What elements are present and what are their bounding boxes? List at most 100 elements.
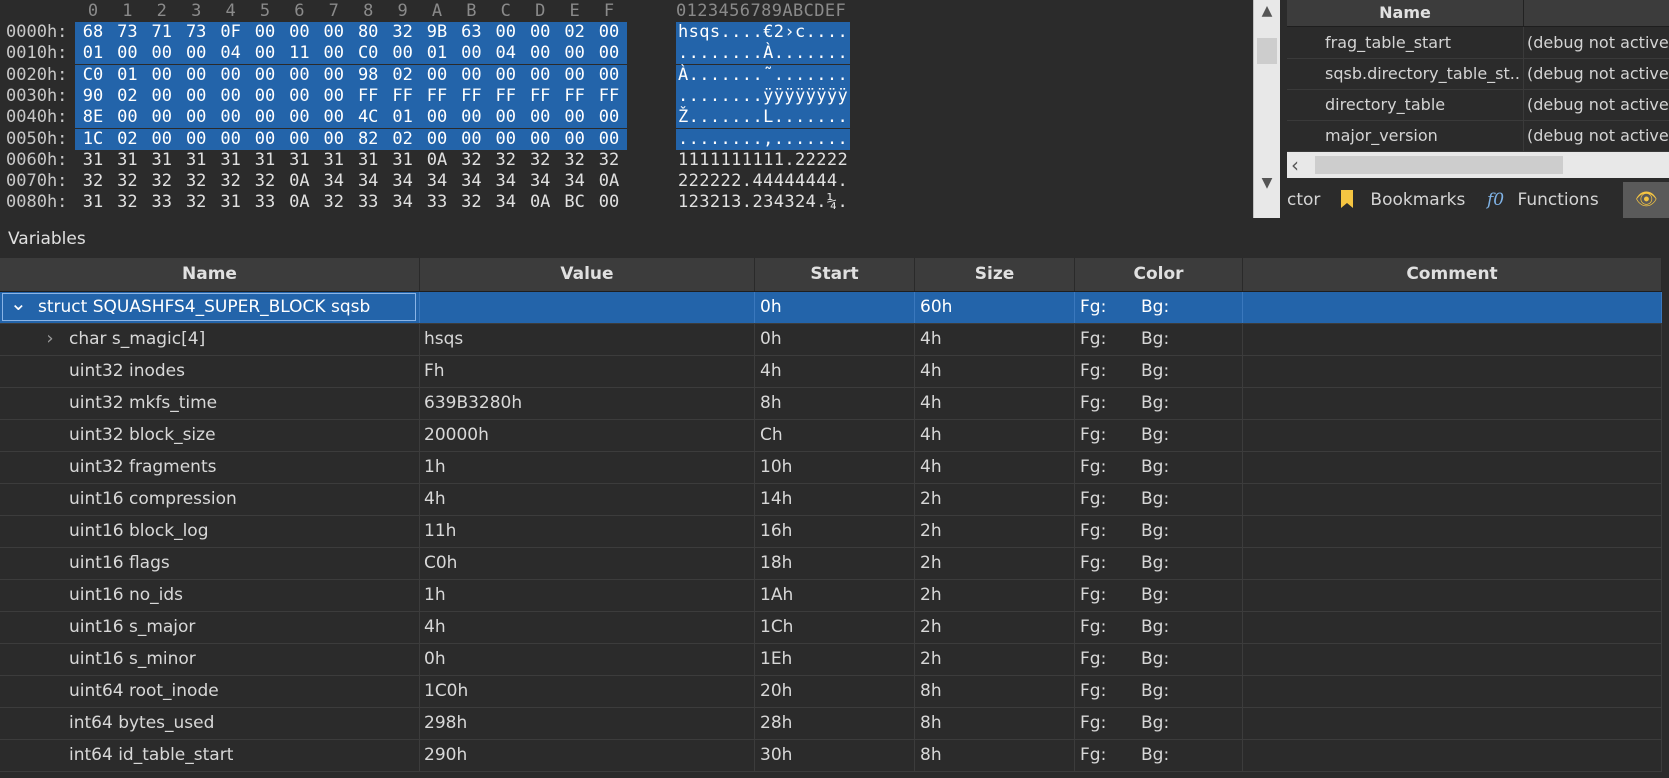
hex-byte[interactable]: 01 [384,107,421,129]
hex-byte[interactable]: 00 [315,43,352,65]
variable-name-cell[interactable]: uint32 inodes [0,356,420,387]
variable-start[interactable]: 10h [755,452,915,483]
hex-byte[interactable]: 00 [522,64,559,86]
hex-byte[interactable]: 01 [419,43,455,65]
hex-byte[interactable]: 00 [556,128,593,150]
variable-color[interactable]: Fg: Bg: [1075,612,1243,643]
chevron-right-icon[interactable]: › [42,324,58,353]
hex-byte[interactable]: 31 [385,150,421,171]
hex-editor[interactable]: 0 1 2 3 4 5 6 7 8 9 A B C D E F 0123456789ABCDEF 0000h: 6… [0,0,1253,218]
hex-byte[interactable]: 31 [75,192,111,213]
variable-name-cell[interactable]: uint32 fragments [0,452,420,483]
hex-byte[interactable]: 34 [316,171,352,192]
hex-byte[interactable]: 00 [281,22,318,43]
hex-ascii-text[interactable]: ........À....... [676,43,851,65]
hex-byte[interactable]: BC [557,192,593,213]
variable-value[interactable]: 11h [420,516,755,547]
variable-comment[interactable] [1243,676,1662,707]
variable-color[interactable]: Fg: Bg: [1075,292,1243,323]
hex-byte[interactable]: 34 [385,192,421,213]
variable-color[interactable]: Fg: Bg: [1075,740,1243,771]
hex-byte[interactable]: 00 [281,64,318,86]
variable-comment[interactable] [1243,740,1662,771]
tab-inspector[interactable]: ctor [1287,182,1327,218]
hex-byte[interactable]: 00 [281,128,318,150]
hex-ascii-text[interactable]: 222222.44444444. [676,171,850,192]
hex-byte[interactable]: 00 [522,43,559,65]
variable-start[interactable]: 20h [755,676,915,707]
hex-row[interactable]: 0070h: 32 32 32 32 32 32 0A 34 34 34 34 34 34 34 34 0A 22… [0,171,1253,192]
variable-start[interactable]: 28h [755,708,915,739]
hex-byte[interactable]: 8E [75,107,111,129]
variable-row[interactable]: uint32 block_size 20000h Ch 4h Fg: Bg: [0,420,1669,452]
hex-byte[interactable]: 02 [384,128,421,150]
variable-color[interactable]: Fg: Bg: [1075,644,1243,675]
hex-byte[interactable]: 00 [212,64,249,86]
hex-byte[interactable]: FF [522,85,559,107]
variable-comment[interactable] [1243,548,1662,579]
tab-bookmarks[interactable]: Bookmarks [1341,182,1471,218]
hex-row[interactable]: 0060h: 31 31 31 31 31 31 31 31 31 31 0A 32 32 32 32 32 11… [0,150,1253,171]
column-header-comment[interactable]: Comment [1243,258,1662,291]
variable-comment[interactable] [1243,420,1662,451]
hex-byte[interactable]: 33 [247,192,283,213]
hex-byte[interactable]: 00 [247,64,283,86]
hex-byte[interactable]: 00 [212,128,249,150]
tab-functions[interactable]: f0 Functions [1487,182,1617,218]
hex-byte[interactable]: 32 [109,171,145,192]
hex-byte[interactable]: 34 [522,171,558,192]
variable-color[interactable]: Fg: Bg: [1075,548,1243,579]
hex-byte[interactable]: FF [453,85,490,107]
hex-byte[interactable]: 04 [487,43,524,65]
hex-byte[interactable]: 00 [247,43,283,65]
hex-byte[interactable]: C0 [75,64,111,86]
hex-row[interactable]: 0020h: C0 01 00 00 00 00 00 00 98 02 00 00 00 00 00 00 À.… [0,64,1253,86]
variable-value[interactable]: 4h [420,612,755,643]
hex-byte[interactable]: 32 [144,171,180,192]
column-header-value[interactable]: Value [420,258,755,291]
hex-byte[interactable]: 00 [453,64,490,86]
column-header-size[interactable]: Size [915,258,1075,291]
variable-row[interactable]: uint32 fragments 1h 10h 4h Fg: Bg: [0,452,1669,484]
hex-byte[interactable]: 00 [178,85,215,107]
hex-byte[interactable]: 00 [487,64,524,86]
hex-byte[interactable]: 0A [522,192,558,213]
variable-row[interactable]: uint16 no_ids 1h 1Ah 2h Fg: Bg: [0,580,1669,612]
hex-byte[interactable]: 90 [75,85,111,107]
hex-byte[interactable]: 11 [281,43,318,65]
hex-byte[interactable]: 32 [522,150,558,171]
variable-comment[interactable] [1243,292,1662,323]
hex-byte[interactable]: C0 [350,43,387,65]
variable-row[interactable]: uint16 flags C0h 18h 2h Fg: Bg: [0,548,1669,580]
hex-byte[interactable]: FF [487,85,524,107]
hex-byte[interactable]: 02 [109,128,146,150]
hex-byte[interactable]: 34 [488,192,524,213]
hex-byte[interactable]: 00 [281,85,318,107]
variable-start[interactable]: 16h [755,516,915,547]
variable-value[interactable] [420,292,755,323]
variable-row[interactable]: ⌄ struct SQUASHFS4_SUPER_BLOCK sqsb 0h 60h F… [0,292,1669,324]
variable-color[interactable]: Fg: Bg: [1075,580,1243,611]
hex-byte[interactable]: 00 [487,128,524,150]
variable-size[interactable]: 2h [915,484,1075,515]
hex-byte[interactable]: 82 [350,128,387,150]
variable-value[interactable]: hsqs [420,324,755,355]
hex-byte[interactable]: 31 [247,150,283,171]
variable-start[interactable]: 1Ch [755,612,915,643]
hex-byte[interactable]: 31 [75,150,111,171]
hex-byte[interactable]: 00 [247,128,283,150]
variable-row[interactable]: uint32 mkfs_time 639B3280h 8h 4h Fg: Bg: [0,388,1669,420]
hex-byte[interactable]: 73 [178,22,215,43]
variable-start[interactable]: 30h [755,740,915,771]
hex-byte[interactable]: 34 [453,171,489,192]
hex-byte[interactable]: 00 [281,107,318,129]
hex-byte[interactable]: 32 [178,171,214,192]
hex-byte[interactable]: 31 [350,150,386,171]
hex-row[interactable]: 0050h: 1C 02 00 00 00 00 00 00 82 02 00 00 00 00 00 00..… [0,128,1253,150]
hex-byte[interactable]: 00 [453,107,490,129]
hex-byte[interactable]: 00 [143,85,180,107]
hex-byte[interactable]: 00 [315,107,352,129]
variable-size[interactable]: 8h [915,676,1075,707]
column-header-color[interactable]: Color [1075,258,1243,291]
hex-row[interactable]: 0040h: 8E 00 00 00 00 00 00 00 4C 01 00 00 00 00 00 00 Ž.… [0,107,1253,129]
